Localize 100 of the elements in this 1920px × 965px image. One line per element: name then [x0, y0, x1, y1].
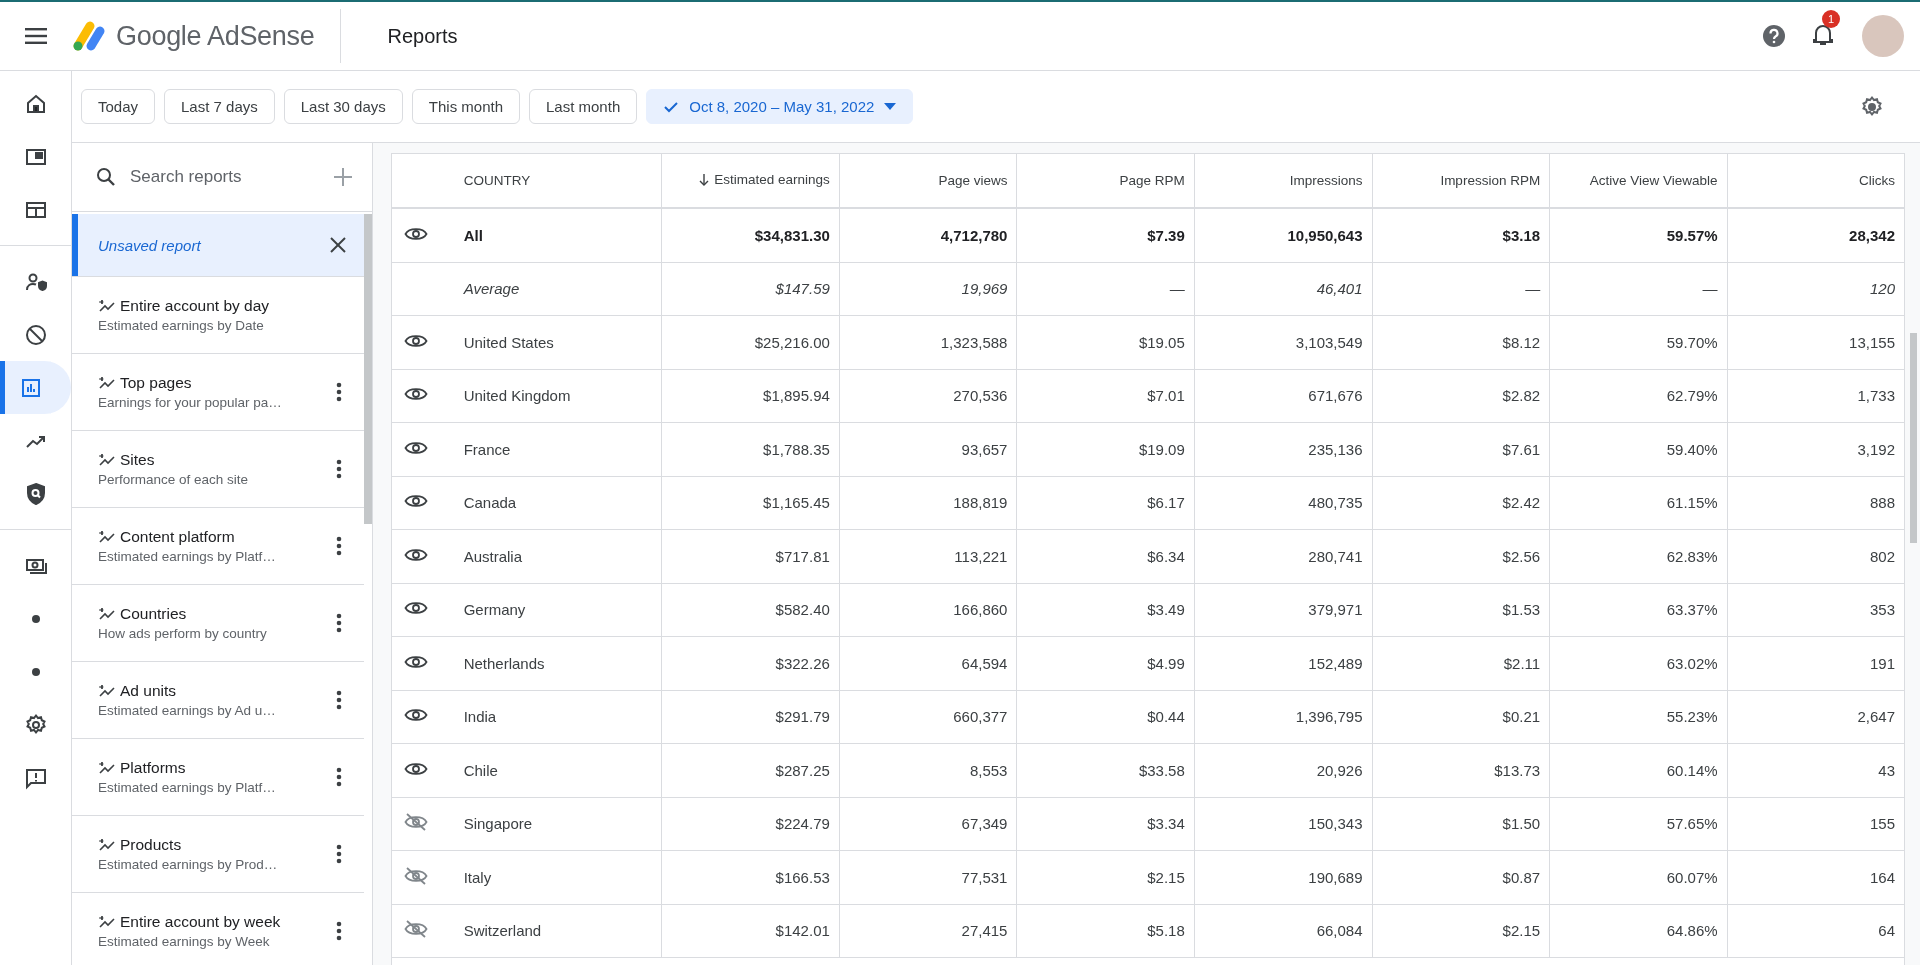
table-cell: 13,155 — [1727, 315, 1904, 369]
table-cell: $13.73 — [1372, 743, 1550, 797]
add-icon[interactable] — [334, 168, 352, 186]
sort-arrow-icon — [699, 173, 710, 186]
report-title[interactable]: Products — [120, 836, 182, 854]
table-cell: 888 — [1727, 476, 1904, 530]
more-options-icon[interactable] — [336, 536, 342, 556]
table-cell: $0.21 — [1372, 690, 1550, 744]
reports-icon[interactable] — [0, 361, 71, 414]
table-cell: 120 — [1727, 262, 1904, 316]
table-cell: 60.07% — [1549, 850, 1728, 904]
eye-off-icon[interactable] — [404, 920, 428, 939]
table-cell: $287.25 — [661, 743, 840, 797]
table-cell: $25,216.00 — [661, 315, 840, 369]
column-header[interactable]: Impressions — [1194, 154, 1373, 208]
table-cell: $0.87 — [1372, 850, 1550, 904]
table-cell: — — [1372, 262, 1550, 316]
report-title[interactable]: Content platform — [120, 528, 235, 546]
report-title[interactable]: Sites — [120, 451, 155, 469]
table-cell: Netherlands — [449, 636, 662, 690]
more-options-icon[interactable] — [336, 459, 342, 479]
table-cell: Average — [449, 262, 662, 316]
report-item[interactable]: Unsaved report — [72, 214, 364, 277]
column-header[interactable]: Impression RPM — [1372, 154, 1550, 208]
table-cell: 4,712,780 — [839, 208, 1017, 262]
table-cell: United States — [449, 315, 662, 369]
table-cell: — — [1016, 262, 1195, 316]
column-header[interactable]: Page RPM — [1016, 154, 1195, 208]
table-cell: $2.15 — [1016, 850, 1195, 904]
table-cell: 59.57% — [1549, 208, 1728, 262]
date-filter-chip[interactable]: Last 7 days — [164, 89, 275, 124]
more-options-icon[interactable] — [336, 844, 342, 864]
more-options-icon[interactable] — [336, 690, 342, 710]
table-cell: Switzerland — [449, 904, 662, 958]
column-header[interactable]: Active View Viewable — [1549, 154, 1728, 208]
search-field[interactable]: Search reports — [128, 166, 322, 188]
scrollbar[interactable] — [1910, 333, 1917, 543]
column-header[interactable]: Page views — [839, 154, 1017, 208]
table-cell: $2.15 — [1372, 904, 1550, 958]
table-cell: $19.09 — [1016, 422, 1195, 476]
table-cell: 166,860 — [839, 583, 1017, 637]
report-title[interactable]: Entire account by day — [120, 297, 270, 315]
table-cell: $1,895.94 — [661, 369, 840, 423]
table-cell: $34,831.30 — [661, 208, 840, 262]
bell-icon[interactable] — [1812, 22, 1834, 46]
table-cell: 1,733 — [1727, 369, 1904, 423]
report-list-item[interactable]: Ad units Estimated earnings by Ad u… — [72, 662, 364, 739]
caret-icon[interactable] — [884, 103, 897, 110]
close-icon[interactable] — [330, 237, 346, 253]
table-cell: 2,647 — [1727, 690, 1904, 744]
report-list-item[interactable]: Platforms Estimated earnings by Platf… — [72, 739, 364, 816]
date-filter-chip[interactable]: Oct 8, 2020 – May 31, 2022 — [646, 89, 914, 124]
report-title[interactable]: Platforms — [120, 759, 186, 777]
sparkle-trend-icon — [98, 684, 116, 698]
table-cell: 20,926 — [1194, 743, 1373, 797]
help-icon[interactable] — [1762, 24, 1786, 48]
table-cell: Germany — [449, 583, 662, 637]
date-filter-chip[interactable]: Last month — [529, 89, 638, 124]
more-options-icon[interactable] — [336, 921, 342, 941]
table-cell: 270,536 — [839, 369, 1017, 423]
scrollbar[interactable] — [364, 214, 372, 524]
eye-off-icon[interactable] — [404, 866, 428, 885]
more-options-icon[interactable] — [336, 382, 342, 402]
report-title[interactable]: Entire account by week — [120, 913, 281, 931]
report-list-item[interactable]: Countries How ads perform by country — [72, 585, 364, 662]
table-cell: Canada — [449, 476, 662, 530]
report-title[interactable]: Countries — [120, 605, 187, 623]
date-filter-chip[interactable]: Today — [81, 89, 156, 124]
report-list-item[interactable]: Content platform Estimated earnings by Platf… — [72, 508, 364, 585]
report-title[interactable]: Ad units — [120, 682, 176, 700]
table-cell: $291.79 — [661, 690, 840, 744]
column-header[interactable]: COUNTRY — [449, 154, 662, 208]
table-cell: All — [449, 208, 662, 262]
table-cell: 62.83% — [1549, 529, 1728, 583]
report-description: Estimated earnings by Week — [98, 934, 271, 949]
table-cell: $1.50 — [1372, 797, 1550, 851]
column-header[interactable]: Estimated earnings — [661, 154, 840, 208]
date-filter-chip[interactable]: This month — [411, 89, 520, 124]
date-filter-chip[interactable]: Last 30 days — [283, 89, 403, 124]
table-cell: 46,401 — [1194, 262, 1373, 316]
table-cell: $717.81 — [661, 529, 840, 583]
table-cell: 59.40% — [1549, 422, 1728, 476]
more-options-icon[interactable] — [336, 767, 342, 787]
column-header[interactable]: Clicks — [1727, 154, 1904, 208]
table-cell: $147.59 — [661, 262, 840, 316]
sparkle-trend-icon — [98, 453, 116, 467]
report-description: Estimated earnings by Prod… — [98, 857, 278, 872]
table-cell: 8,553 — [839, 743, 1017, 797]
more-options-icon[interactable] — [336, 613, 342, 633]
table-cell: $1,788.35 — [661, 422, 840, 476]
table-cell: 66,084 — [1194, 904, 1373, 958]
table-cell: 57.65% — [1549, 797, 1728, 851]
eye-off-icon[interactable] — [404, 813, 428, 832]
table-cell: Italy — [449, 850, 662, 904]
report-title[interactable]: Top pages — [120, 374, 192, 392]
table-cell: 60.14% — [1549, 743, 1728, 797]
report-list-item[interactable]: Products Estimated earnings by Prod… — [72, 816, 364, 893]
table-cell: 59.70% — [1549, 315, 1728, 369]
table-cell: 19,969 — [839, 262, 1017, 316]
report-list-item[interactable]: Entire account by week Estimated earnings by Week — [72, 893, 364, 965]
